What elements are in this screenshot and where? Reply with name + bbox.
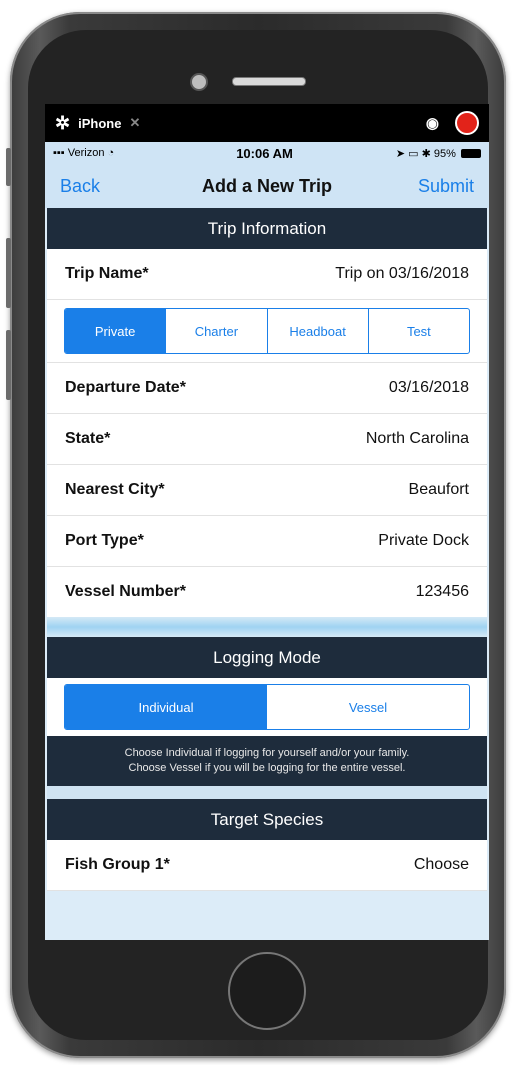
- segment-test[interactable]: Test: [369, 309, 469, 353]
- screen: ✲ iPhone ✕ ◉ ▪▪▪ Verizon ◔ 10:06 AM ➤ ▭ …: [45, 104, 489, 940]
- page-title: Add a New Trip: [201, 175, 333, 196]
- trip-type-control-wrap: Private Charter Headboat Test: [47, 300, 487, 363]
- departure-date-value[interactable]: 03/16/2018: [389, 379, 469, 397]
- earpiece-speaker: [232, 77, 306, 86]
- gear-icon[interactable]: ✲: [55, 113, 70, 134]
- logging-mode-segmented-control: Individual Vessel: [64, 684, 470, 730]
- status-time: 10:06 AM: [236, 145, 293, 161]
- state-row[interactable]: State* North Carolina: [47, 414, 487, 465]
- close-icon[interactable]: ✕: [129, 115, 140, 131]
- wifi-icon: ◔: [107, 147, 115, 159]
- segment-individual[interactable]: Individual: [65, 685, 267, 729]
- nearest-city-label: Nearest City*: [65, 481, 165, 498]
- state-value[interactable]: North Carolina: [366, 430, 469, 448]
- segment-vessel[interactable]: Vessel: [267, 685, 469, 729]
- front-camera: [190, 73, 208, 91]
- carrier-label: Verizon: [67, 147, 105, 159]
- signal-icon: ▪▪▪: [53, 147, 65, 159]
- submit-button[interactable]: Submit: [384, 176, 474, 197]
- fish-group-label: Fish Group 1*: [65, 855, 170, 873]
- logging-mode-info-line2: Choose Vessel if you will be logging for…: [128, 761, 406, 774]
- port-type-value[interactable]: Private Dock: [378, 532, 469, 550]
- departure-date-row[interactable]: Departure Date* 03/16/2018: [47, 363, 487, 414]
- trip-name-row[interactable]: Trip Name* Trip on 03/16/2018: [47, 249, 487, 300]
- record-icon[interactable]: [455, 111, 479, 135]
- departure-date-label: Departure Date*: [65, 379, 186, 396]
- nearest-city-value[interactable]: Beaufort: [409, 481, 469, 499]
- segment-charter[interactable]: Charter: [166, 309, 268, 353]
- home-button[interactable]: [228, 952, 306, 1030]
- location-icon: ➤: [395, 147, 406, 160]
- logging-mode-info-line1: Choose Individual if logging for yoursel…: [124, 747, 410, 759]
- camera-icon[interactable]: ◉: [426, 114, 439, 132]
- status-bar: ▪▪▪ Verizon ◔ 10:06 AM ➤ ▭ ✱ 95%: [45, 142, 489, 164]
- logging-mode-control-wrap: Individual Vessel: [47, 678, 487, 736]
- section-header-logging-mode: Logging Mode: [47, 637, 487, 678]
- segment-private[interactable]: Private: [65, 309, 167, 353]
- back-button[interactable]: Back: [60, 176, 150, 197]
- battery-percent: 95%: [433, 147, 456, 160]
- screen-mirror-icon: ▭: [408, 147, 419, 160]
- volume-down-button: [6, 330, 11, 400]
- vessel-number-row[interactable]: Vessel Number* 123456: [47, 567, 487, 617]
- state-label: State*: [65, 430, 111, 447]
- form-content: Trip Information Trip Name* Trip on 03/1…: [47, 208, 487, 891]
- carrier-group: ▪▪▪ Verizon ◔: [53, 147, 173, 159]
- trip-type-segmented-control: Private Charter Headboat Test: [64, 308, 470, 354]
- status-right: ➤ ▭ ✱ 95%: [356, 147, 481, 160]
- port-type-label: Port Type*: [65, 532, 144, 549]
- simulator-toolbar: ✲ iPhone ✕ ◉: [45, 104, 489, 142]
- device-label: iPhone: [78, 115, 122, 131]
- battery-icon: [461, 149, 481, 159]
- vessel-number-value[interactable]: 123456: [416, 583, 469, 601]
- nav-bar: Back Add a New Trip Submit: [45, 164, 489, 208]
- nearest-city-row[interactable]: Nearest City* Beaufort: [47, 465, 487, 516]
- segment-headboat[interactable]: Headboat: [268, 309, 369, 353]
- mute-switch: [6, 148, 11, 186]
- trip-name-label: Trip Name*: [65, 265, 149, 282]
- section-header-trip-info: Trip Information: [47, 208, 487, 249]
- logging-mode-info: Choose Individual if logging for yoursel…: [47, 736, 487, 786]
- volume-up-button: [6, 238, 11, 308]
- vessel-number-label: Vessel Number*: [65, 583, 186, 600]
- bluetooth-icon: ✱: [421, 147, 431, 160]
- section-divider: [47, 785, 487, 799]
- trip-name-value[interactable]: Trip on 03/16/2018: [335, 265, 469, 283]
- fish-group-value[interactable]: Choose: [414, 856, 469, 874]
- section-header-target-species: Target Species: [47, 798, 487, 840]
- section-divider: [47, 617, 487, 637]
- port-type-row[interactable]: Port Type* Private Dock: [47, 516, 487, 567]
- fish-group-row[interactable]: Fish Group 1* Choose: [47, 839, 487, 891]
